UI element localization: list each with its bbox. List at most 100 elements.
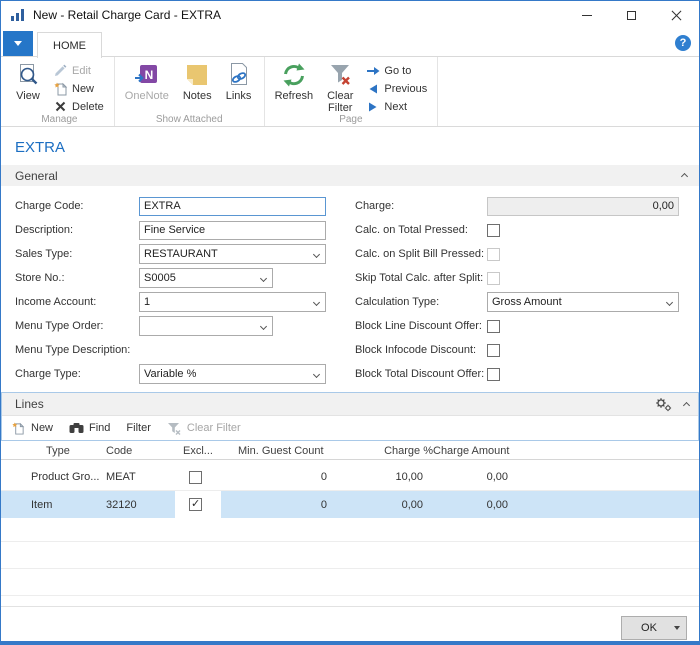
calc-on-total-pressed-checkbox[interactable]	[487, 224, 500, 237]
excl-checkbox[interactable]	[189, 498, 202, 511]
charge-code-label: Charge Code:	[15, 200, 139, 212]
window-bottom-border	[1, 641, 699, 644]
maximize-button[interactable]	[609, 1, 654, 29]
block-line-discount-offer-label: Block Line Discount Offer:	[355, 320, 487, 332]
clear-filter-button[interactable]: ClearFilter	[323, 60, 357, 116]
column-header-charge-amount[interactable]: Charge Amount	[433, 445, 543, 457]
column-header-charge-pct[interactable]: Charge %	[353, 445, 433, 457]
empty-grid-row[interactable]	[1, 518, 699, 542]
edit-button-label: Edit	[72, 65, 91, 77]
column-header-type[interactable]: Type	[31, 445, 106, 457]
previous-button[interactable]: Previous	[363, 80, 429, 97]
tab-home[interactable]: HOME	[37, 32, 102, 58]
onenote-icon: N	[134, 62, 160, 88]
view-button-label: View	[16, 90, 40, 102]
cell-charge-pct: 10,00	[353, 471, 433, 483]
ok-dropdown-arrow[interactable]	[668, 626, 686, 630]
chevron-down-icon	[313, 251, 320, 258]
general-section-title: General	[15, 169, 58, 183]
calculation-type-select[interactable]: Gross Amount	[487, 292, 679, 312]
lines-toolbar: New Find Filter Clear Filter	[1, 415, 699, 440]
application-menu-button[interactable]	[3, 31, 33, 56]
income-account-select[interactable]: 1	[139, 292, 326, 312]
cell-min-guest-count: 0	[238, 499, 353, 511]
chevron-down-icon	[674, 626, 680, 630]
block-line-discount-offer-checkbox[interactable]	[487, 320, 500, 333]
delete-button[interactable]: Delete	[51, 98, 106, 115]
refresh-icon	[281, 62, 307, 88]
lines-filter-button[interactable]: Filter	[126, 422, 150, 434]
charge-type-select[interactable]: Variable %	[139, 364, 326, 384]
block-infocode-discount-checkbox[interactable]	[487, 344, 500, 357]
cell-code: 32120	[106, 499, 183, 511]
help-button[interactable]: ?	[675, 35, 691, 51]
grid-header-row: Type Code Excl... Min. Guest Count Charg…	[1, 443, 699, 460]
empty-grid-row[interactable]	[1, 569, 699, 596]
ok-button[interactable]: OK	[621, 616, 687, 640]
edit-icon	[53, 64, 68, 78]
delete-button-label: Delete	[72, 101, 104, 113]
charge-type-label: Charge Type:	[15, 368, 139, 380]
block-total-discount-offer-checkbox[interactable]	[487, 368, 500, 381]
new-button[interactable]: New	[51, 80, 106, 97]
settings-gears-icon[interactable]	[655, 397, 672, 412]
menu-type-description-label: Menu Type Description:	[15, 344, 139, 356]
empty-grid-row[interactable]	[1, 542, 699, 569]
description-input[interactable]: Fine Service	[139, 221, 326, 240]
view-button[interactable]: View	[11, 60, 45, 104]
column-header-min-guest-count[interactable]: Min. Guest Count	[238, 445, 353, 457]
close-button[interactable]	[654, 1, 699, 29]
menu-type-order-select[interactable]	[139, 316, 273, 336]
calculation-type-label: Calculation Type:	[355, 296, 487, 308]
cell-charge-pct: 0,00	[353, 499, 433, 511]
links-icon	[226, 62, 252, 88]
ribbon-group-page: Refresh ClearFilter Go to	[265, 57, 439, 126]
lines-clear-filter-label: Clear Filter	[187, 422, 241, 434]
general-right-column: Charge: 0,00 Calc. on Total Pressed: Cal…	[355, 194, 685, 386]
cell-type: Product Gro...	[31, 471, 106, 483]
notes-icon	[184, 62, 210, 88]
collapse-chevron-icon[interactable]	[681, 173, 688, 180]
lines-panel: Lines New Find Filter	[1, 392, 699, 441]
calc-on-total-pressed-label: Calc. on Total Pressed:	[355, 224, 487, 236]
column-header-code[interactable]: Code	[106, 445, 183, 457]
sales-type-select[interactable]: RESTAURANT	[139, 244, 326, 264]
skip-total-calc-after-split-checkbox	[487, 272, 500, 285]
block-infocode-discount-label: Block Infocode Discount:	[355, 344, 487, 356]
block-total-discount-offer-label: Block Total Discount Offer:	[355, 368, 487, 380]
excl-checkbox[interactable]	[189, 471, 202, 484]
onenote-button-label: OneNote	[125, 90, 169, 102]
lines-section-header[interactable]: Lines	[1, 393, 699, 415]
chevron-down-icon	[260, 323, 267, 330]
lines-find-button[interactable]: Find	[69, 421, 110, 435]
binoculars-icon	[69, 421, 84, 435]
chevron-down-icon	[313, 299, 320, 306]
minimize-button[interactable]	[564, 1, 609, 29]
general-section-header[interactable]: General	[1, 165, 699, 186]
sales-type-label: Sales Type:	[15, 248, 139, 260]
cell-charge-amount: 0,00	[433, 499, 543, 511]
minimize-icon	[582, 15, 592, 16]
links-button[interactable]: Links	[222, 60, 256, 104]
calc-on-split-bill-pressed-label: Calc. on Split Bill Pressed:	[355, 248, 487, 260]
lines-clear-filter-button: Clear Filter	[167, 421, 241, 435]
next-button[interactable]: Next	[363, 98, 429, 115]
goto-button-label: Go to	[384, 65, 411, 77]
refresh-button[interactable]: Refresh	[271, 60, 318, 104]
charge-code-input[interactable]: EXTRA	[139, 197, 326, 216]
lines-new-button[interactable]: New	[11, 421, 53, 435]
notes-button[interactable]: Notes	[179, 60, 216, 104]
record-title: EXTRA	[15, 139, 699, 156]
column-header-excl[interactable]: Excl...	[183, 445, 238, 457]
table-row[interactable]: Product Gro... MEAT 0 10,00 0,00	[1, 464, 699, 491]
collapse-chevron-icon[interactable]	[683, 401, 690, 408]
ribbon-group-label-manage: Manage	[5, 114, 114, 125]
maximize-icon	[627, 11, 636, 20]
cell-type: Item	[31, 499, 106, 511]
tab-strip: HOME ?	[1, 29, 699, 57]
store-no-select[interactable]: S0005	[139, 268, 273, 288]
goto-button[interactable]: Go to	[363, 62, 429, 79]
edit-button: Edit	[51, 62, 106, 79]
table-row[interactable]: Item 32120 0 0,00 0,00	[1, 491, 699, 518]
links-button-label: Links	[226, 90, 252, 102]
